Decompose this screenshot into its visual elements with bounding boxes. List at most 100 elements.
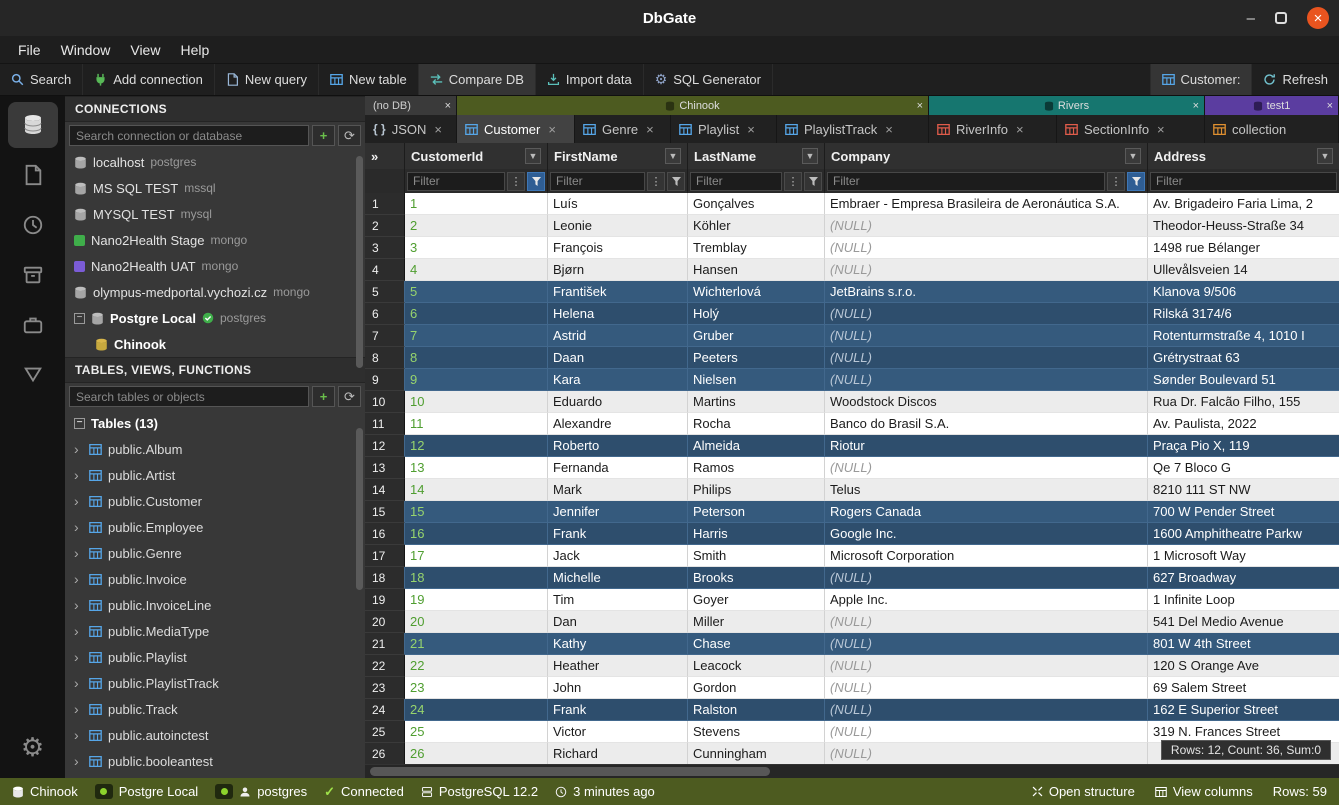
chevron-right-icon[interactable]: › [74,701,83,717]
row-number[interactable]: 23 [365,677,405,699]
row-number[interactable]: 3 [365,237,405,259]
cell-lastname[interactable]: Köhler [688,215,825,237]
table-row[interactable]: 19 19 Tim Goyer Apple Inc. 1 Infinite Lo… [365,589,1339,611]
cell-customerid[interactable]: 3 [405,237,548,259]
cell-address[interactable]: Theodor-Heuss-Straße 34 [1148,215,1339,237]
row-number[interactable]: 16 [365,523,405,545]
cell-firstname[interactable]: Fernanda [548,457,688,479]
row-number[interactable]: 18 [365,567,405,589]
cell-company[interactable]: (NULL) [825,347,1148,369]
cell-firstname[interactable]: Eduardo [548,391,688,413]
tab-genre[interactable]: Genre × [575,115,671,143]
row-number[interactable]: 8 [365,347,405,369]
cell-address[interactable]: 162 E Superior Street [1148,699,1339,721]
cell-address[interactable]: 700 W Pender Street [1148,501,1339,523]
cell-lastname[interactable]: Almeida [688,435,825,457]
cell-customerid[interactable]: 24 [405,699,548,721]
add-icon[interactable]: + [312,386,335,407]
cell-firstname[interactable]: Jack [548,545,688,567]
cell-firstname[interactable]: Luís [548,193,688,215]
cell-firstname[interactable]: John [548,677,688,699]
cell-customerid[interactable]: 22 [405,655,548,677]
table-row[interactable]: 16 16 Frank Harris Google Inc. 1600 Amph… [365,523,1339,545]
rail-files[interactable] [8,152,58,198]
cell-customerid[interactable]: 1 [405,193,548,215]
cell-lastname[interactable]: Gruber [688,325,825,347]
cell-firstname[interactable]: Leonie [548,215,688,237]
funnel-icon[interactable] [1127,172,1145,191]
cell-firstname[interactable]: Daan [548,347,688,369]
compare-db-button[interactable]: Compare DB [419,64,536,95]
column-header-company[interactable]: Company ▼ [825,143,1148,169]
cell-company[interactable]: (NULL) [825,325,1148,347]
cell-customerid[interactable]: 6 [405,303,548,325]
close-icon[interactable]: × [434,122,442,137]
cell-customerid[interactable]: 18 [405,567,548,589]
add-connection-icon[interactable]: + [312,125,335,146]
filter-menu-icon[interactable]: ⋮ [647,172,665,191]
close-icon[interactable]: × [1016,122,1024,137]
cell-firstname[interactable]: Victor [548,721,688,743]
db-tab-rivers[interactable]: Rivers × [929,96,1205,115]
cell-company[interactable]: (NULL) [825,721,1148,743]
tab-sectioninfo[interactable]: SectionInfo × [1057,115,1205,143]
cell-firstname[interactable]: Astrid [548,325,688,347]
cell-company[interactable]: (NULL) [825,677,1148,699]
cell-company[interactable]: Woodstock Discos [825,391,1148,413]
cell-company[interactable]: Banco do Brasil S.A. [825,413,1148,435]
tab-json[interactable]: { } JSON × [365,115,457,143]
connection-item[interactable]: MS SQL TEST mssql [65,175,365,201]
table-row[interactable]: 5 5 František Wichterlová JetBrains s.r.… [365,281,1339,303]
row-number[interactable]: 15 [365,501,405,523]
cell-firstname[interactable]: Bjørn [548,259,688,281]
row-number[interactable]: 4 [365,259,405,281]
cell-lastname[interactable]: Hansen [688,259,825,281]
menu-window[interactable]: Window [51,42,121,58]
cell-company[interactable]: Embraer - Empresa Brasileira de Aeronáut… [825,193,1148,215]
cell-lastname[interactable]: Philips [688,479,825,501]
close-icon[interactable]: × [548,122,556,137]
cell-lastname[interactable]: Goyer [688,589,825,611]
cell-company[interactable]: Telus [825,479,1148,501]
cell-company[interactable]: (NULL) [825,743,1148,764]
status-database[interactable]: Chinook [12,784,78,799]
tab-riverinfo[interactable]: RiverInfo × [929,115,1057,143]
menu-file[interactable]: File [8,42,51,58]
connection-item-active[interactable]: − Postgre Local postgres [65,305,365,331]
cell-company[interactable]: JetBrains s.r.o. [825,281,1148,303]
cell-address[interactable]: Av. Brigadeiro Faria Lima, 2 [1148,193,1339,215]
rail-settings[interactable]: ⚙ [8,724,58,770]
cell-address[interactable]: 1 Infinite Loop [1148,589,1339,611]
cell-company[interactable]: (NULL) [825,633,1148,655]
cell-address[interactable]: Praça Pio X, 119 [1148,435,1339,457]
table-row[interactable]: 20 20 Dan Miller (NULL) 541 Del Medio Av… [365,611,1339,633]
cell-company[interactable]: (NULL) [825,567,1148,589]
filter-menu-icon[interactable]: ⋮ [507,172,525,191]
connection-item[interactable]: MYSQL TEST mysql [65,201,365,227]
connection-item[interactable]: olympus-medportal.vychozi.cz mongo [65,279,365,305]
table-row[interactable]: 15 15 Jennifer Peterson Rogers Canada 70… [365,501,1339,523]
cell-company[interactable]: Rogers Canada [825,501,1148,523]
cell-company[interactable]: (NULL) [825,215,1148,237]
cell-firstname[interactable]: Alexandre [548,413,688,435]
column-header-lastname[interactable]: LastName ▼ [688,143,825,169]
rail-archive[interactable] [8,252,58,298]
cell-customerid[interactable]: 19 [405,589,548,611]
refresh-button[interactable]: Refresh [1251,64,1339,95]
table-item[interactable]: › public.Track [65,696,365,722]
table-item[interactable]: › public.autoinctest [65,722,365,748]
cell-address[interactable]: 8210 111 ST NW [1148,479,1339,501]
filter-input[interactable] [827,172,1105,191]
cell-customerid[interactable]: 2 [405,215,548,237]
new-table-button[interactable]: New table [319,64,419,95]
row-number[interactable]: 26 [365,743,405,764]
row-number[interactable]: 20 [365,611,405,633]
column-header-firstname[interactable]: FirstName ▼ [548,143,688,169]
table-item[interactable]: › public.Customer [65,488,365,514]
cell-company[interactable]: (NULL) [825,655,1148,677]
cell-firstname[interactable]: Jennifer [548,501,688,523]
cell-address[interactable]: 541 Del Medio Avenue [1148,611,1339,633]
row-number[interactable]: 11 [365,413,405,435]
table-row[interactable]: 14 14 Mark Philips Telus 8210 111 ST NW [365,479,1339,501]
row-number[interactable]: 7 [365,325,405,347]
